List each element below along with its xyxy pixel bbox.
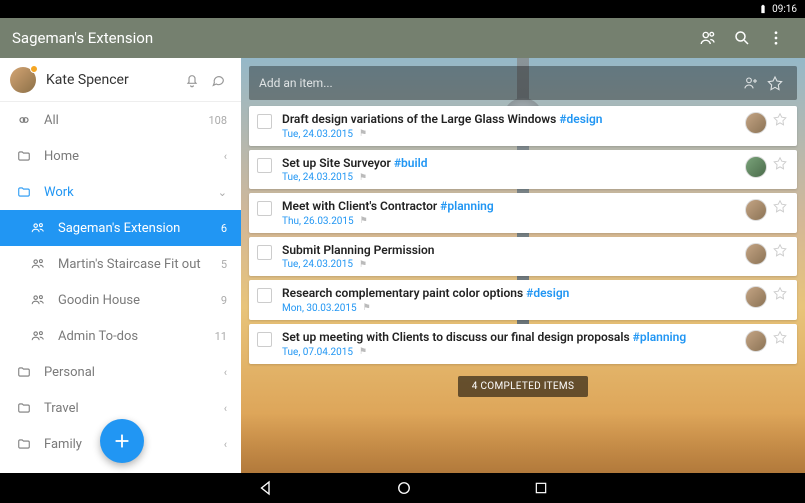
avatar[interactable] bbox=[10, 67, 36, 93]
star-icon[interactable] bbox=[763, 71, 787, 95]
battery-icon bbox=[758, 4, 768, 14]
search-icon[interactable] bbox=[725, 21, 759, 55]
star-icon[interactable] bbox=[771, 286, 789, 300]
add-item-bar bbox=[249, 66, 797, 100]
folder-icon bbox=[14, 437, 34, 451]
add-item-input[interactable] bbox=[259, 76, 739, 90]
assignee-avatar[interactable] bbox=[745, 199, 767, 221]
task-title: Submit Planning Permission bbox=[282, 243, 737, 259]
sidebar-item-label: Admin To-dos bbox=[58, 329, 215, 344]
assignee-avatar[interactable] bbox=[745, 112, 767, 134]
sidebar-item-home[interactable]: Home‹ bbox=[0, 138, 241, 174]
sidebar-item-personal[interactable]: Personal‹ bbox=[0, 354, 241, 390]
sidebar-item-label: Goodin House bbox=[58, 293, 221, 308]
sidebar-item-martin-s-staircase-fit-out[interactable]: Martin's Staircase Fit out5 bbox=[0, 246, 241, 282]
home-button[interactable] bbox=[395, 479, 413, 497]
task-row[interactable]: Submit Planning PermissionTue, 24.03.201… bbox=[249, 237, 797, 277]
task-checkbox[interactable] bbox=[257, 114, 272, 129]
task-date: Thu, 26.03.2015⚑ bbox=[282, 216, 737, 227]
task-title: Meet with Client's Contractor #planning bbox=[282, 199, 737, 215]
star-icon[interactable] bbox=[771, 330, 789, 344]
sidebar-item-work[interactable]: Work⌄ bbox=[0, 174, 241, 210]
share-people-icon[interactable] bbox=[691, 21, 725, 55]
sidebar-item-label: Martin's Staircase Fit out bbox=[58, 257, 221, 272]
assignee-avatar[interactable] bbox=[745, 286, 767, 308]
task-row[interactable]: Set up meeting with Clients to discuss o… bbox=[249, 324, 797, 364]
task-date: Tue, 24.03.2015⚑ bbox=[282, 259, 737, 270]
people-icon bbox=[28, 329, 48, 343]
sidebar-item-meta: ‹ bbox=[224, 438, 227, 451]
task-checkbox[interactable] bbox=[257, 332, 272, 347]
sidebar: Kate Spencer All108Home‹Work⌄Sageman's E… bbox=[0, 58, 241, 473]
sidebar-item-meta: 11 bbox=[215, 330, 227, 343]
page-title: Sageman's Extension bbox=[12, 29, 691, 47]
sidebar-item-meta: ‹ bbox=[224, 402, 227, 415]
task-row[interactable]: Set up Site Surveyor #buildTue, 24.03.20… bbox=[249, 150, 797, 190]
task-checkbox[interactable] bbox=[257, 288, 272, 303]
user-name: Kate Spencer bbox=[46, 72, 179, 88]
task-date: Tue, 24.03.2015⚑ bbox=[282, 129, 737, 140]
bell-icon[interactable] bbox=[179, 67, 205, 93]
folder-icon bbox=[14, 149, 34, 163]
sidebar-item-meta: ‹ bbox=[224, 366, 227, 379]
status-time: 09:16 bbox=[772, 4, 797, 15]
task-title: Set up Site Surveyor #build bbox=[282, 156, 737, 172]
task-date: Tue, 07.04.2015⚑ bbox=[282, 347, 737, 358]
assign-icon[interactable] bbox=[739, 71, 763, 95]
star-icon[interactable] bbox=[771, 199, 789, 213]
assignee-avatar[interactable] bbox=[745, 243, 767, 265]
user-row: Kate Spencer bbox=[0, 58, 241, 102]
task-date: Mon, 30.03.2015⚑ bbox=[282, 303, 737, 314]
recents-button[interactable] bbox=[533, 480, 549, 496]
task-checkbox[interactable] bbox=[257, 245, 272, 260]
sidebar-item-meta: 108 bbox=[208, 114, 227, 127]
task-title: Draft design variations of the Large Gla… bbox=[282, 112, 737, 128]
task-title: Set up meeting with Clients to discuss o… bbox=[282, 330, 737, 346]
back-button[interactable] bbox=[257, 479, 275, 497]
people-icon bbox=[28, 293, 48, 307]
completed-items-button[interactable]: 4 COMPLETED ITEMS bbox=[458, 376, 588, 397]
overflow-menu-icon[interactable] bbox=[759, 21, 793, 55]
star-icon[interactable] bbox=[771, 156, 789, 170]
task-checkbox[interactable] bbox=[257, 201, 272, 216]
add-fab[interactable] bbox=[100, 419, 144, 463]
sidebar-item-label: Travel bbox=[44, 401, 224, 416]
sidebar-item-goodin-house[interactable]: Goodin House9 bbox=[0, 282, 241, 318]
folder-icon bbox=[14, 401, 34, 415]
assignee-avatar[interactable] bbox=[745, 156, 767, 178]
task-title: Research complementary paint color optio… bbox=[282, 286, 737, 302]
assignee-avatar[interactable] bbox=[745, 330, 767, 352]
sidebar-item-label: All bbox=[44, 113, 208, 128]
star-icon[interactable] bbox=[771, 243, 789, 257]
sidebar-item-meta: 6 bbox=[221, 222, 227, 235]
task-row[interactable]: Meet with Client's Contractor #planningT… bbox=[249, 193, 797, 233]
sidebar-item-meta: 9 bbox=[221, 294, 227, 307]
people-icon bbox=[28, 221, 48, 235]
folder-icon bbox=[14, 365, 34, 379]
status-bar: 09:16 bbox=[0, 0, 805, 18]
sidebar-item-meta: 5 bbox=[221, 258, 227, 271]
infinity-icon bbox=[14, 112, 34, 128]
main-area: Draft design variations of the Large Gla… bbox=[241, 58, 805, 473]
task-row[interactable]: Draft design variations of the Large Gla… bbox=[249, 106, 797, 146]
task-date: Tue, 24.03.2015⚑ bbox=[282, 172, 737, 183]
people-icon bbox=[28, 257, 48, 271]
folder-icon bbox=[14, 185, 34, 199]
sidebar-item-label: Home bbox=[44, 149, 224, 164]
android-nav-bar bbox=[0, 473, 805, 503]
task-row[interactable]: Research complementary paint color optio… bbox=[249, 280, 797, 320]
sidebar-item-sageman-s-extension[interactable]: Sageman's Extension6 bbox=[0, 210, 241, 246]
sidebar-item-admin-to-dos[interactable]: Admin To-dos11 bbox=[0, 318, 241, 354]
sidebar-item-meta: ‹ bbox=[224, 150, 227, 163]
app-bar: Sageman's Extension bbox=[0, 18, 805, 58]
sidebar-item-all[interactable]: All108 bbox=[0, 102, 241, 138]
task-checkbox[interactable] bbox=[257, 158, 272, 173]
chat-icon[interactable] bbox=[205, 67, 231, 93]
star-icon[interactable] bbox=[771, 112, 789, 126]
sidebar-item-meta: ⌄ bbox=[218, 186, 227, 199]
sidebar-item-label: Sageman's Extension bbox=[58, 221, 221, 236]
sidebar-item-label: Personal bbox=[44, 365, 224, 380]
sidebar-item-label: Work bbox=[44, 185, 218, 200]
